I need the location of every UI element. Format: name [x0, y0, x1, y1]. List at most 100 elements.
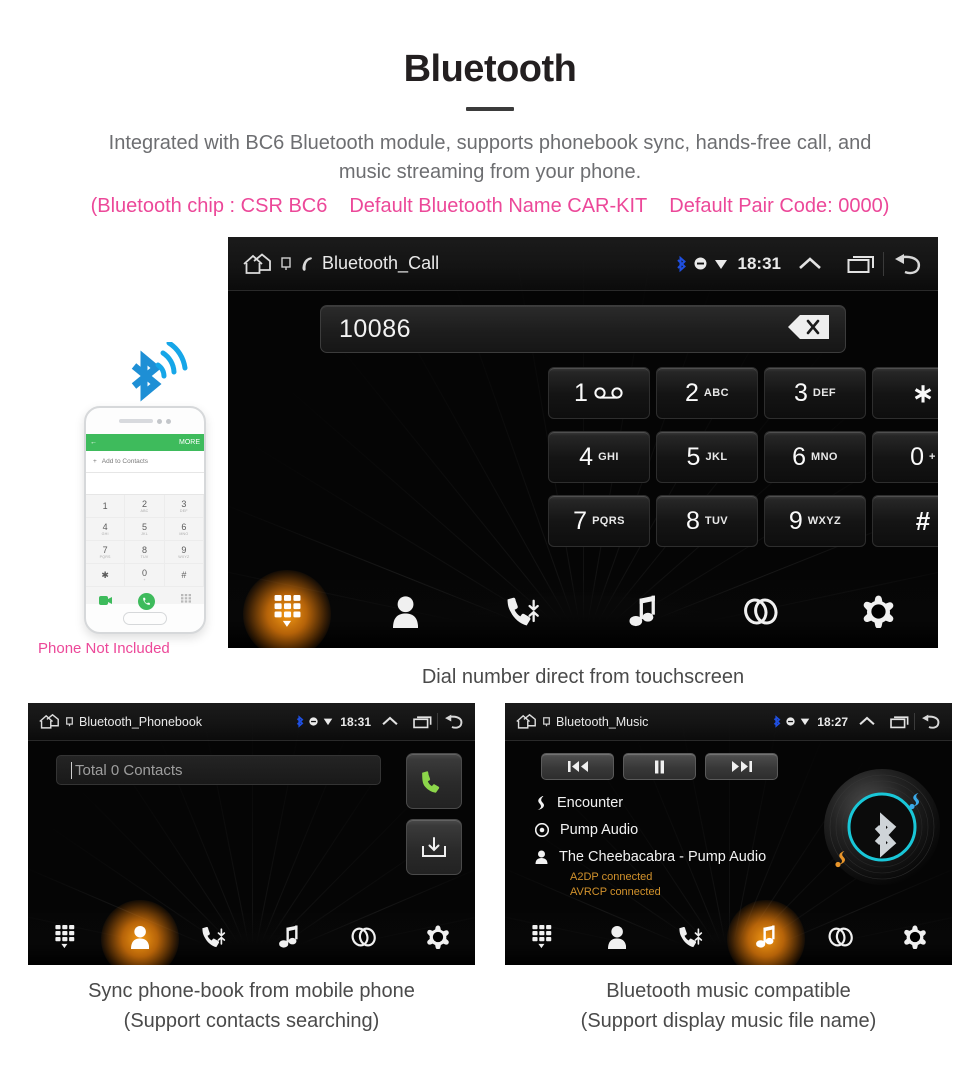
pause-button[interactable] — [623, 753, 696, 780]
nav-item-call-history[interactable] — [654, 913, 729, 965]
call-contact-button[interactable] — [406, 753, 462, 809]
nav-item-contacts[interactable] — [346, 580, 464, 648]
clock: 18:31 — [737, 253, 781, 273]
dialed-number-field[interactable]: 10086 — [320, 305, 846, 353]
dialer-caption: Dial number direct from touchscreen — [421, 666, 745, 688]
back-icon[interactable] — [920, 713, 942, 730]
phonebook-side-actions — [406, 753, 462, 875]
dial-key-digit: 9 — [788, 506, 803, 535]
home-icon[interactable] — [515, 713, 537, 730]
dial-key-5[interactable]: 5 JKL — [656, 431, 758, 483]
device-icon — [543, 716, 550, 727]
recents-icon[interactable] — [847, 254, 875, 274]
download-contacts-button[interactable] — [406, 819, 462, 875]
dial-key-6[interactable]: 6 MNO — [764, 431, 866, 483]
phonebook-navbar — [28, 913, 475, 965]
track-title-row: Encounter — [535, 795, 835, 811]
link-icon — [827, 925, 854, 954]
nav-item-link[interactable] — [701, 580, 819, 648]
home-icon[interactable] — [38, 713, 60, 730]
nav-item-settings[interactable] — [401, 913, 476, 965]
dial-key-2[interactable]: 2 ABC — [656, 367, 758, 419]
dial-key-9[interactable]: 9 WXYZ — [764, 495, 866, 547]
nav-item-music[interactable] — [252, 913, 327, 965]
dialed-number-value: 10086 — [339, 314, 412, 343]
call-history-icon — [679, 925, 703, 954]
phone-illus-key-digit: 9 — [181, 545, 187, 555]
phone-illus-key-digit: 6 — [181, 522, 187, 532]
track-title: Encounter — [557, 795, 624, 811]
phone-appbar: ← MORE — [86, 434, 204, 451]
link-icon — [350, 925, 377, 954]
nav-item-music[interactable] — [729, 913, 804, 965]
next-track-button[interactable] — [705, 753, 778, 780]
nav-item-music[interactable] — [583, 580, 701, 648]
bluetooth-feature-page: Bluetooth Integrated with BC6 Bluetooth … — [0, 0, 980, 1091]
dial-key-3[interactable]: 3 DEF — [764, 367, 866, 419]
phone-illus-key-digit: 1 — [102, 501, 108, 511]
dial-key-star[interactable]: ∗ — [872, 367, 938, 419]
dial-key-letters: GHI — [598, 451, 619, 463]
add-to-contacts-label: Add to Contacts — [101, 458, 149, 465]
album-disc-icon — [535, 823, 549, 837]
dial-key-letters: TUV — [704, 515, 729, 527]
dial-key-1[interactable]: 1 — [548, 367, 650, 419]
wifi-status-icon — [714, 258, 728, 270]
music-icon — [628, 595, 656, 633]
backspace-icon[interactable] — [787, 314, 831, 345]
dial-key-letters: WXYZ — [807, 515, 842, 527]
nav-item-call-history[interactable] — [465, 580, 583, 648]
phone-number-display — [86, 473, 204, 495]
bluetooth-status-icon — [296, 715, 304, 728]
phone-illus-key-letters: DEF — [179, 509, 188, 513]
wifi-status-icon — [323, 717, 333, 726]
dial-key-hash[interactable]: # — [872, 495, 938, 547]
plus-icon: + — [93, 458, 97, 465]
nav-item-keypad[interactable] — [28, 913, 103, 965]
nav-item-settings[interactable] — [878, 913, 953, 965]
nav-item-keypad[interactable] — [505, 913, 580, 965]
music-statusbar: Bluetooth_Music 18:27 — [505, 703, 952, 741]
title-divider — [466, 107, 514, 111]
nav-item-contacts[interactable] — [103, 913, 178, 965]
phone-illus-key-digit: ✱ — [101, 569, 109, 580]
music-caption-line-2: (Support display music file name) — [580, 1010, 877, 1032]
music-caption: Bluetooth music compatible (Support disp… — [505, 976, 952, 1036]
recents-icon[interactable] — [890, 715, 909, 729]
phone-action-row — [86, 587, 204, 615]
phone-illus-key: 1 — [86, 495, 126, 518]
phone-illus-key: 0 + — [125, 564, 165, 587]
clock: 18:31 — [340, 714, 371, 729]
phone-illus-key-letters: JKL — [141, 532, 148, 536]
home-icon[interactable] — [242, 252, 272, 276]
dial-key-0[interactable]: 0 + — [872, 431, 938, 483]
call-history-icon — [202, 925, 226, 954]
keypad-toggle-icon — [181, 592, 191, 610]
dial-key-digit: 6 — [792, 442, 807, 471]
bluetooth-status-icon — [676, 255, 687, 273]
nav-item-link[interactable] — [803, 913, 878, 965]
nav-item-keypad[interactable] — [228, 580, 346, 648]
keypad-icon — [55, 924, 75, 954]
nav-item-settings[interactable] — [820, 580, 938, 648]
voicemail-icon — [594, 387, 624, 399]
back-icon[interactable] — [443, 713, 465, 730]
nav-item-link[interactable] — [326, 913, 401, 965]
prev-track-button[interactable] — [541, 753, 614, 780]
back-icon[interactable] — [892, 252, 924, 276]
phone-illus-key: 5 JKL — [125, 518, 165, 541]
dial-key-7[interactable]: 7 PQRS — [548, 495, 650, 547]
chevron-up-icon[interactable] — [858, 715, 876, 728]
link-icon — [742, 595, 780, 633]
dial-key-4[interactable]: 4 GHI — [548, 431, 650, 483]
nav-item-call-history[interactable] — [177, 913, 252, 965]
screen-title: Bluetooth_Music — [556, 714, 649, 729]
chevron-up-icon[interactable] — [797, 255, 823, 273]
spec-pair-code: Default Pair Code: 0000) — [669, 195, 890, 217]
recents-icon[interactable] — [413, 715, 432, 729]
contacts-search-input[interactable]: Total 0 Contacts — [56, 755, 381, 785]
phone-illus-key: 7 PQRS — [86, 541, 126, 564]
nav-item-contacts[interactable] — [580, 913, 655, 965]
dial-key-8[interactable]: 8 TUV — [656, 495, 758, 547]
chevron-up-icon[interactable] — [381, 715, 399, 728]
